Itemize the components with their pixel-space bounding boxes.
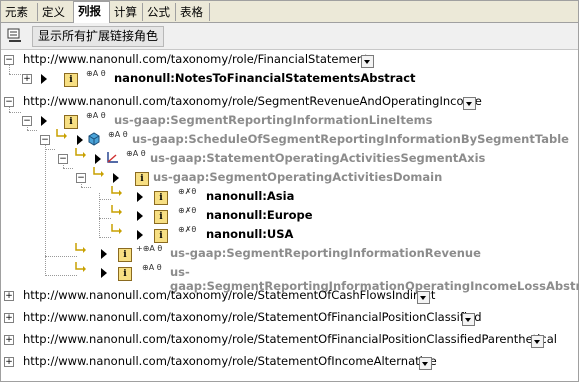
expand-arrow-icon[interactable] (95, 154, 101, 164)
hypercube-icon (88, 132, 100, 146)
role-dropdown-button[interactable] (531, 335, 544, 348)
expand-arrow-icon[interactable] (77, 135, 83, 145)
item-icon: i (135, 172, 149, 186)
collapse-toggle[interactable]: − (4, 97, 14, 107)
role-url: http://www.nanonull.com/taxonomy/role/St… (23, 332, 557, 346)
collapse-toggle[interactable]: − (76, 173, 86, 183)
tab-calculation[interactable]: 计算 (110, 3, 143, 21)
parent-child-arrow-icon (75, 243, 86, 253)
parent-child-arrow-icon (111, 205, 122, 215)
item-icon: i (118, 248, 132, 262)
tree-connector (99, 237, 111, 238)
item-icon: i (64, 73, 78, 87)
item-icon: i (154, 229, 168, 243)
node-flags: ⊕A θ (108, 130, 128, 139)
expand-toggle[interactable]: + (22, 74, 32, 84)
collapse-toggle[interactable]: − (58, 154, 68, 164)
node-flags: ⊕✗θ (178, 225, 197, 234)
presentation-tree: − http://www.nanonull.com/taxonomy/role/… (1, 50, 579, 381)
tab-bar: 元素 定义 列报 计算 公式 表格 (1, 1, 578, 23)
tree-connector (45, 149, 55, 150)
role-dropdown-button[interactable] (462, 313, 475, 326)
parent-child-arrow-icon (75, 148, 86, 158)
expand-toggle[interactable]: + (4, 313, 14, 323)
node-flags: ⊕✗θ (178, 187, 197, 196)
node-flags: ⊕A θ (86, 69, 106, 78)
item-icon: i (64, 115, 78, 129)
tree-node-label[interactable]: nanonull:USA (206, 227, 293, 241)
parent-child-arrow-icon (56, 129, 67, 139)
tree-connector (63, 168, 73, 169)
tree-node-label[interactable]: us-gaap:SegmentReportingInformationLineI… (114, 113, 432, 127)
tree-connector (9, 112, 21, 113)
expand-toggle[interactable]: + (4, 291, 14, 301)
collapse-toggle[interactable]: − (40, 135, 50, 145)
tree-connector (45, 256, 77, 257)
tree-connector (45, 136, 46, 276)
link-roles-icon[interactable] (6, 27, 24, 45)
tree-connector (99, 199, 111, 200)
tab-formula[interactable]: 公式 (143, 3, 176, 21)
expand-arrow-icon[interactable] (41, 116, 47, 126)
node-flags: ⊕A θ (142, 263, 162, 272)
presentation-window: 元素 定义 列报 计算 公式 表格 显示所有扩展链接角色 − http://ww… (0, 0, 579, 382)
tree-node-label[interactable]: us-gaap:SegmentOperatingActivitiesDomain (153, 170, 442, 184)
tree-node-label[interactable]: nanonull:NotesToFinancialStatementsAbstr… (114, 71, 416, 85)
node-flags: ⊕A θ (86, 111, 106, 120)
tab-definition[interactable]: 定义 (38, 3, 74, 21)
expand-arrow-icon[interactable] (101, 249, 107, 259)
expand-arrow-icon[interactable] (137, 192, 143, 202)
item-icon: i (154, 210, 168, 224)
node-flags: +⊕A θ (136, 244, 163, 253)
expand-toggle[interactable]: + (4, 335, 14, 345)
role-dropdown-button[interactable] (417, 291, 430, 304)
role-url: http://www.nanonull.com/taxonomy/role/St… (23, 288, 436, 302)
role-dropdown-button[interactable] (361, 55, 374, 68)
tree-connector (99, 218, 111, 219)
expand-arrow-icon[interactable] (113, 173, 119, 183)
tree-node-label[interactable]: us-gaap:SegmentReportingInformationReven… (170, 246, 481, 260)
role-url: http://www.nanonull.com/taxonomy/role/Fi… (23, 52, 375, 66)
toolbar: 显示所有扩展链接角色 (1, 23, 578, 50)
tree-connector (27, 130, 37, 131)
parent-child-arrow-icon (111, 186, 122, 196)
tree-connector (81, 187, 91, 188)
tree-connector (9, 64, 10, 74)
expand-arrow-icon[interactable] (137, 211, 143, 221)
role-url: http://www.nanonull.com/taxonomy/role/Se… (23, 94, 482, 108)
role-url: http://www.nanonull.com/taxonomy/role/St… (23, 354, 437, 368)
show-all-roles-button[interactable]: 显示所有扩展链接角色 (32, 26, 165, 47)
tree-node-label[interactable]: nanonull:Asia (206, 189, 294, 203)
role-dropdown-button[interactable] (463, 97, 476, 110)
tab-elements[interactable]: 元素 (1, 3, 38, 21)
item-icon: i (118, 267, 132, 281)
tree-node-label[interactable]: us-gaap:StatementOperatingActivitiesSegm… (150, 151, 485, 165)
tab-presentation[interactable]: 列报 (73, 1, 110, 23)
expand-toggle[interactable]: + (4, 357, 14, 367)
role-dropdown-button[interactable] (419, 357, 432, 370)
role-url: http://www.nanonull.com/taxonomy/role/St… (23, 310, 482, 324)
tree-connector (9, 74, 21, 75)
tab-table[interactable]: 表格 (176, 3, 210, 21)
tree-node-label[interactable]: us-gaap:ScheduleOfSegmentReportingInform… (132, 132, 569, 146)
collapse-toggle[interactable]: − (22, 116, 32, 126)
tree-connector (45, 275, 77, 276)
tree-node-label[interactable]: nanonull:Europe (206, 208, 313, 222)
collapse-toggle[interactable]: − (4, 55, 14, 65)
expand-arrow-icon[interactable] (101, 268, 107, 278)
item-icon: i (154, 191, 168, 205)
axis-icon (107, 152, 118, 163)
expand-arrow-icon[interactable] (137, 230, 143, 240)
node-flags: ⊕✗θ (178, 206, 197, 215)
node-flags: ⊕A θ (126, 149, 146, 158)
parent-child-arrow-icon (111, 224, 122, 234)
expand-arrow-icon[interactable] (41, 74, 47, 84)
parent-child-arrow-icon (93, 167, 104, 177)
parent-child-arrow-icon (75, 262, 86, 272)
